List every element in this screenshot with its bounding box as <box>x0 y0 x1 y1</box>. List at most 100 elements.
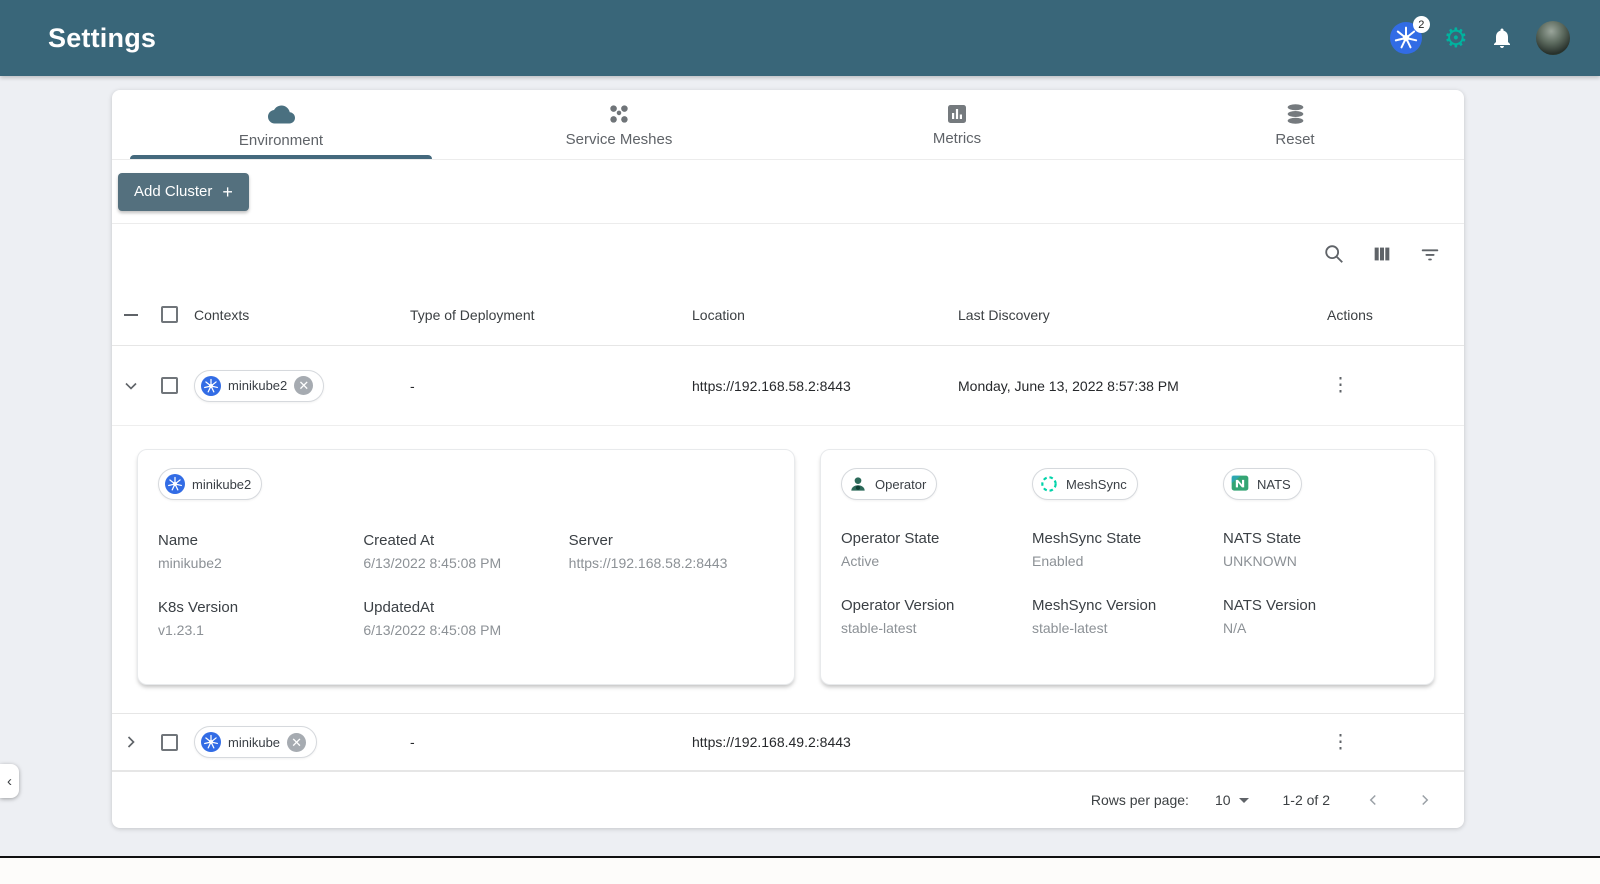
col-last-discovery: Last Discovery <box>958 306 1050 323</box>
select-all-checkbox[interactable] <box>160 306 178 323</box>
table-toolbar <box>112 224 1464 284</box>
nats-chip-label: NATS <box>1257 476 1291 492</box>
sidebar-expand-handle[interactable]: ‹ <box>0 764 19 798</box>
operator-icon <box>851 477 865 491</box>
tab-metrics[interactable]: Metrics <box>788 90 1126 159</box>
cloud-icon <box>267 105 295 123</box>
context-chip-label: minikube <box>228 734 281 750</box>
col-location: Location <box>692 306 745 323</box>
collapse-all-icon[interactable] <box>112 313 150 316</box>
active-tab-indicator <box>130 155 432 159</box>
filter-icon[interactable] <box>1418 242 1442 266</box>
tab-service-meshes-label: Service Meshes <box>565 131 673 148</box>
row-checkbox[interactable] <box>160 733 178 751</box>
remove-context-icon[interactable]: ✕ <box>294 376 314 395</box>
col-type-of-deployment: Type of Deployment <box>410 306 535 323</box>
pagination-bar: Rows per page: 10 1-2 of 2 <box>112 771 1464 828</box>
add-cluster-label: Add Cluster <box>134 183 213 200</box>
tab-environment[interactable]: Environment <box>112 90 450 159</box>
col-actions: Actions <box>1327 306 1373 323</box>
field-meshsync-state: MeshSync State Enabled <box>1032 530 1142 569</box>
notifications-bell-icon[interactable] <box>1490 26 1514 50</box>
user-avatar[interactable] <box>1536 21 1570 55</box>
settings-gear-icon[interactable]: ⚙ <box>1444 24 1468 52</box>
chevron-left-icon <box>1369 794 1376 806</box>
context-chip-minikube[interactable]: minikube ✕ <box>194 726 318 758</box>
meshsync-chip[interactable]: MeshSync <box>1032 468 1138 500</box>
field-k8s-version: K8s Version v1.23.1 <box>158 599 239 638</box>
row-actions-kebab-icon[interactable]: ⋮ <box>1327 732 1354 753</box>
remove-context-icon[interactable]: ✕ <box>287 732 307 752</box>
context-chip-minikube2[interactable]: minikube2 ✕ <box>194 369 325 402</box>
operator-detail-panel: Operator MeshSync NATS Operator State Ac… <box>820 449 1435 685</box>
plus-icon: + <box>222 181 233 202</box>
settings-tabs: Environment Service Meshes Metrics Reset <box>112 90 1464 160</box>
action-bar: Add Cluster + <box>112 160 1464 224</box>
app-header: Settings 2 ⚙ <box>0 0 1600 76</box>
chevron-right-icon <box>1422 794 1429 806</box>
col-contexts: Contexts <box>194 306 250 323</box>
tab-reset[interactable]: Reset <box>1126 90 1464 159</box>
operator-chip-label: Operator <box>875 476 927 492</box>
view-columns-icon[interactable] <box>1370 242 1394 266</box>
field-created-at: Created At 6/13/2022 8:45:08 PM <box>363 532 502 571</box>
header-actions: 2 ⚙ <box>1389 16 1570 55</box>
type-of-deployment-cell: - <box>410 734 415 750</box>
kubernetes-contexts-button[interactable]: 2 <box>1389 16 1430 54</box>
cluster-detail-panel: minikube2 Name minikube2 Created At 6/13… <box>137 449 795 685</box>
field-meshsync-version: MeshSync Version stable-latest <box>1032 597 1157 636</box>
row-checkbox[interactable] <box>160 377 178 394</box>
next-page-button[interactable] <box>1416 791 1434 809</box>
page-title: Settings <box>48 22 157 53</box>
field-operator-version: Operator Version stable-latest <box>841 597 955 636</box>
kubernetes-icon <box>201 732 221 752</box>
service-mesh-icon <box>610 105 628 123</box>
nats-icon <box>1231 475 1249 491</box>
row-actions-kebab-icon[interactable]: ⋮ <box>1327 375 1354 396</box>
field-name: Name minikube2 <box>158 532 222 571</box>
metrics-chart-icon <box>948 105 966 123</box>
last-discovery-cell: Monday, June 13, 2022 8:57:38 PM <box>958 377 1179 394</box>
detail-context-chip-label: minikube2 <box>192 476 252 492</box>
meshsync-chip-label: MeshSync <box>1066 476 1127 492</box>
location-cell: https://192.168.49.2:8443 <box>692 734 851 750</box>
tab-metrics-label: Metrics <box>932 130 982 147</box>
tab-service-meshes[interactable]: Service Meshes <box>450 90 788 159</box>
field-nats-version: NATS Version N/A <box>1223 597 1317 636</box>
search-icon[interactable] <box>1322 242 1346 266</box>
table-header-row: Contexts Type of Deployment Location Las… <box>112 284 1464 346</box>
rows-per-page-value: 10 <box>1214 792 1231 808</box>
field-server: Server https://192.168.58.2:8443 <box>568 532 728 571</box>
rows-per-page-select[interactable]: 10 <box>1215 792 1249 808</box>
expand-row-icon[interactable] <box>112 732 150 752</box>
chevron-down-icon <box>125 382 137 390</box>
context-count-badge: 2 <box>1412 16 1430 33</box>
dropdown-arrow-icon <box>1238 797 1249 803</box>
context-chip-label: minikube2 <box>228 378 288 393</box>
nats-chip[interactable]: NATS <box>1223 468 1302 500</box>
location-cell: https://192.168.58.2:8443 <box>692 377 851 394</box>
kubernetes-icon <box>201 375 221 396</box>
database-icon <box>1287 103 1303 124</box>
kubernetes-icon <box>165 474 185 494</box>
table-row: minikube2 ✕ - https://192.168.58.2:8443 … <box>112 346 1464 426</box>
operator-chip[interactable]: Operator <box>841 468 938 500</box>
field-operator-state: Operator State Active <box>841 530 940 569</box>
pagination-range: 1-2 of 2 <box>1282 792 1330 808</box>
expanded-row-detail: minikube2 Name minikube2 Created At 6/13… <box>112 426 1464 713</box>
tab-reset-label: Reset <box>1275 130 1315 148</box>
tab-environment-label: Environment <box>238 131 324 149</box>
table-row: minikube ✕ - https://192.168.49.2:8443 ⋮ <box>112 713 1464 771</box>
meshsync-icon <box>1041 476 1057 492</box>
field-nats-state: NATS State UNKNOWN <box>1223 530 1302 569</box>
detail-context-chip[interactable]: minikube2 <box>158 468 263 500</box>
screen-bottom-strip <box>0 858 1600 884</box>
rows-per-page-label: Rows per page: <box>1090 792 1189 808</box>
collapse-row-icon[interactable] <box>112 376 150 396</box>
chevron-right-icon <box>127 736 135 748</box>
previous-page-button[interactable] <box>1364 791 1382 809</box>
field-updated-at: UpdatedAt 6/13/2022 8:45:08 PM <box>363 599 502 638</box>
settings-card: Environment Service Meshes Metrics Reset… <box>112 90 1464 828</box>
type-of-deployment-cell: - <box>410 377 415 394</box>
add-cluster-button[interactable]: Add Cluster + <box>118 172 249 211</box>
